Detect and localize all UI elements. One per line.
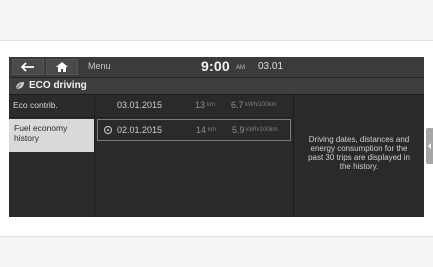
trip-consumption: 5.9 <box>232 125 245 135</box>
trip-consumption-unit: kWh/100km <box>245 102 277 108</box>
panel-divider <box>293 95 294 217</box>
top-margin <box>0 0 433 41</box>
clock: 9:00 <box>201 58 230 74</box>
side-panel-handle-icon[interactable] <box>426 128 433 164</box>
status-date: 03.01 <box>258 61 284 72</box>
trip-row-selected[interactable]: 02.01.2015 14 km 5.9 kWh/100km <box>97 119 291 141</box>
menu-button[interactable]: Menu <box>88 61 111 71</box>
eco-leaf-icon <box>15 82 24 90</box>
sidebar-item-eco-contrib[interactable]: Eco contrib. <box>9 95 94 118</box>
trip-date: 03.01.2015 <box>117 100 163 110</box>
am-pm-indicator: AM <box>236 65 245 71</box>
home-button[interactable] <box>46 59 78 75</box>
info-description: Driving dates, distances and energy cons… <box>308 135 410 171</box>
back-arrow-icon <box>21 62 34 72</box>
trip-consumption: 6.7 <box>231 100 244 110</box>
trip-history-list: 03.01.2015 13 km 6.7 kWh/100km 02.01.201… <box>95 95 293 217</box>
trip-consumption-unit: kWh/100km <box>246 127 278 133</box>
trip-distance: 13 <box>195 100 206 110</box>
back-button[interactable] <box>12 59 44 75</box>
trip-distance-unit: km <box>207 102 215 108</box>
status-bar: Menu 9:00 AM 03.01 <box>9 57 424 78</box>
sidebar-item-label: Eco contrib. <box>13 100 58 110</box>
trip-date: 02.01.2015 <box>117 125 163 135</box>
home-icon <box>56 62 68 72</box>
trip-distance: 14 <box>196 125 207 135</box>
sidebar: Eco contrib. Fuel economy history <box>9 95 95 217</box>
info-panel: Driving dates, distances and energy cons… <box>295 95 424 217</box>
bottom-margin <box>0 236 433 267</box>
trip-distance-unit: km <box>208 127 216 133</box>
sidebar-item-label: Fuel economy history <box>14 123 68 143</box>
selected-radio-icon <box>104 126 112 134</box>
trip-row[interactable]: 03.01.2015 13 km 6.7 kWh/100km <box>95 95 293 118</box>
head-unit-screen: Menu 9:00 AM 03.01 ECO driving Eco contr… <box>9 57 424 217</box>
page-title: ECO driving <box>29 80 87 91</box>
sidebar-item-fuel-economy-history[interactable]: Fuel economy history <box>9 119 94 152</box>
title-bar: ECO driving <box>9 78 424 95</box>
